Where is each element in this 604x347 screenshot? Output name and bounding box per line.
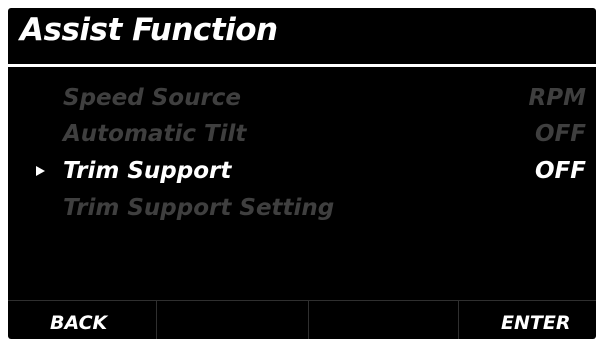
menu-item-trim-support-setting[interactable]: Trim Support Setting <box>8 191 596 225</box>
menu-item-speed-source[interactable]: Speed Source RPM <box>8 81 596 115</box>
menu-item-trim-support[interactable]: Trim Support OFF <box>8 154 596 188</box>
softkey-label: BACK <box>50 312 108 334</box>
menu-item-label: Speed Source <box>63 85 242 111</box>
softkey-2-button[interactable] <box>156 301 303 339</box>
menu-item-value: RPM <box>528 85 586 111</box>
menu-item-value: OFF <box>535 121 586 147</box>
title-divider <box>8 64 596 67</box>
softkey-3-button[interactable] <box>308 301 455 339</box>
menu-item-label: Automatic Tilt <box>63 121 247 147</box>
enter-button[interactable]: ENTER <box>458 301 596 339</box>
menu-item-label: Trim Support Setting <box>63 195 335 221</box>
menu-item-value: OFF <box>535 158 586 184</box>
menu-item-label: Trim Support <box>63 158 232 184</box>
display-screen: Assist Function Speed Source RPM Automat… <box>8 8 596 339</box>
menu-item-automatic-tilt[interactable]: Automatic Tilt OFF <box>8 117 596 151</box>
triangle-right-icon <box>36 166 45 176</box>
screen-title: Assist Function <box>20 12 278 48</box>
back-button[interactable]: BACK <box>8 301 154 339</box>
softkey-label: ENTER <box>501 312 571 334</box>
softkey-bar: BACK ENTER <box>8 300 596 339</box>
